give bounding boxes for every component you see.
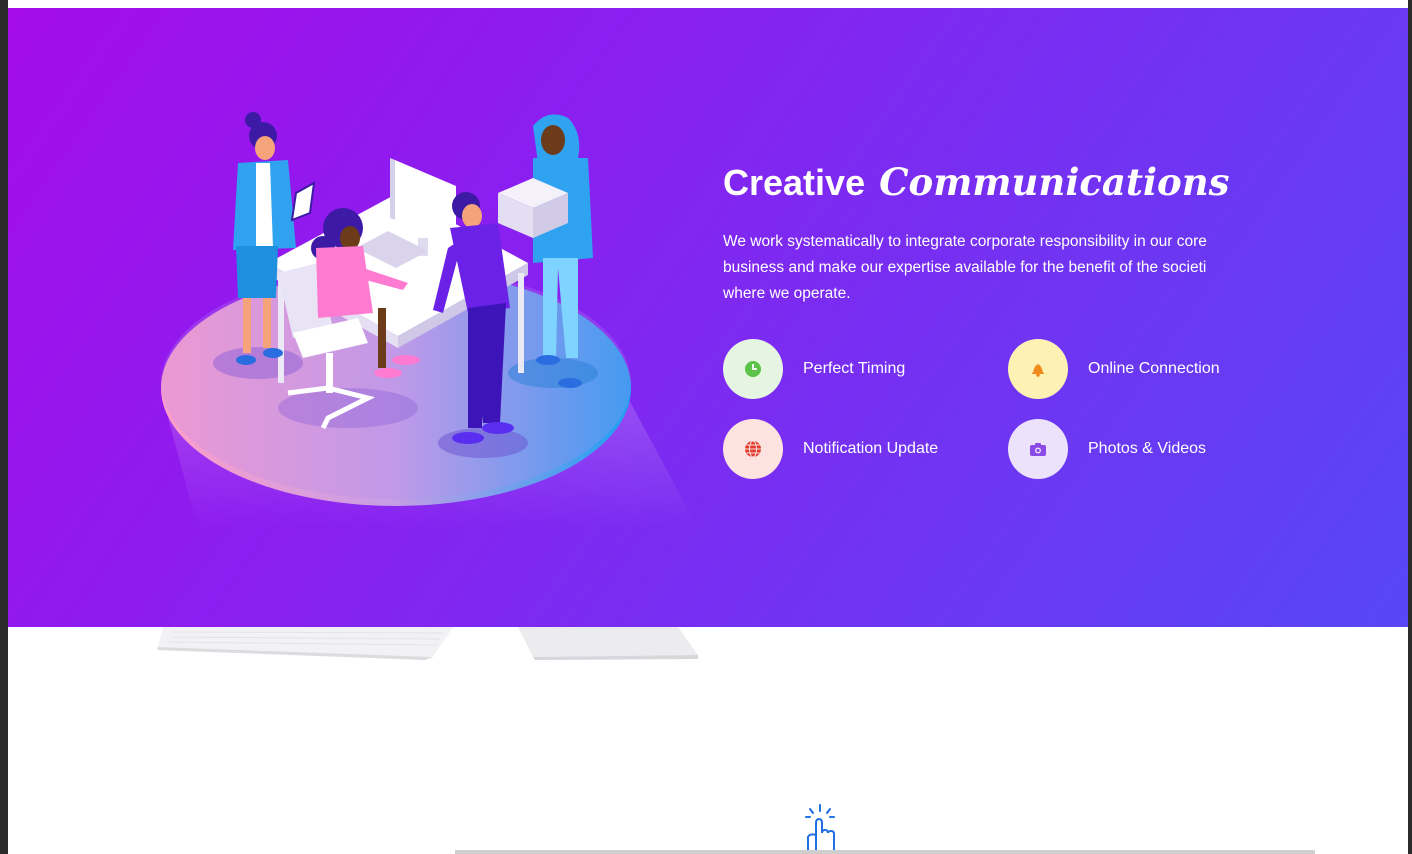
page: Creative Communications We work systemat… <box>8 0 1408 854</box>
clock-icon <box>723 339 783 399</box>
feature-online-connection: Online Connection <box>1008 339 1248 399</box>
feature-label: Online Connection <box>1088 360 1220 377</box>
horizontal-scrollbar[interactable] <box>455 850 1315 854</box>
feature-grid: Perfect Timing Online Connection Notific… <box>723 339 1243 479</box>
title-accent: Communications <box>879 160 1230 204</box>
keyboard-and-stand-illustration <box>157 627 698 660</box>
bell-icon <box>1008 339 1068 399</box>
feature-notification-update: Notification Update <box>723 419 1008 479</box>
feature-perfect-timing: Perfect Timing <box>723 339 1008 399</box>
feature-label: Photos & Videos <box>1088 440 1207 457</box>
camera-icon <box>1008 419 1068 479</box>
feature-photos-videos: Photos & Videos <box>1008 419 1248 479</box>
hero-description: We work systematically to integrate corp… <box>723 233 1207 302</box>
hero-section: Creative Communications We work systemat… <box>8 8 1408 627</box>
globe-icon <box>723 419 783 479</box>
title-plain: Creative <box>723 162 866 203</box>
below-hero-section <box>8 627 1408 854</box>
feature-label: Notification Update <box>803 440 939 457</box>
hero-title: Creative Communications <box>723 158 1243 207</box>
team-illustration <box>161 112 698 528</box>
feature-label: Perfect Timing <box>803 360 906 377</box>
click-hand-icon <box>805 804 835 851</box>
hero-content: Creative Communications We work systemat… <box>723 158 1243 479</box>
